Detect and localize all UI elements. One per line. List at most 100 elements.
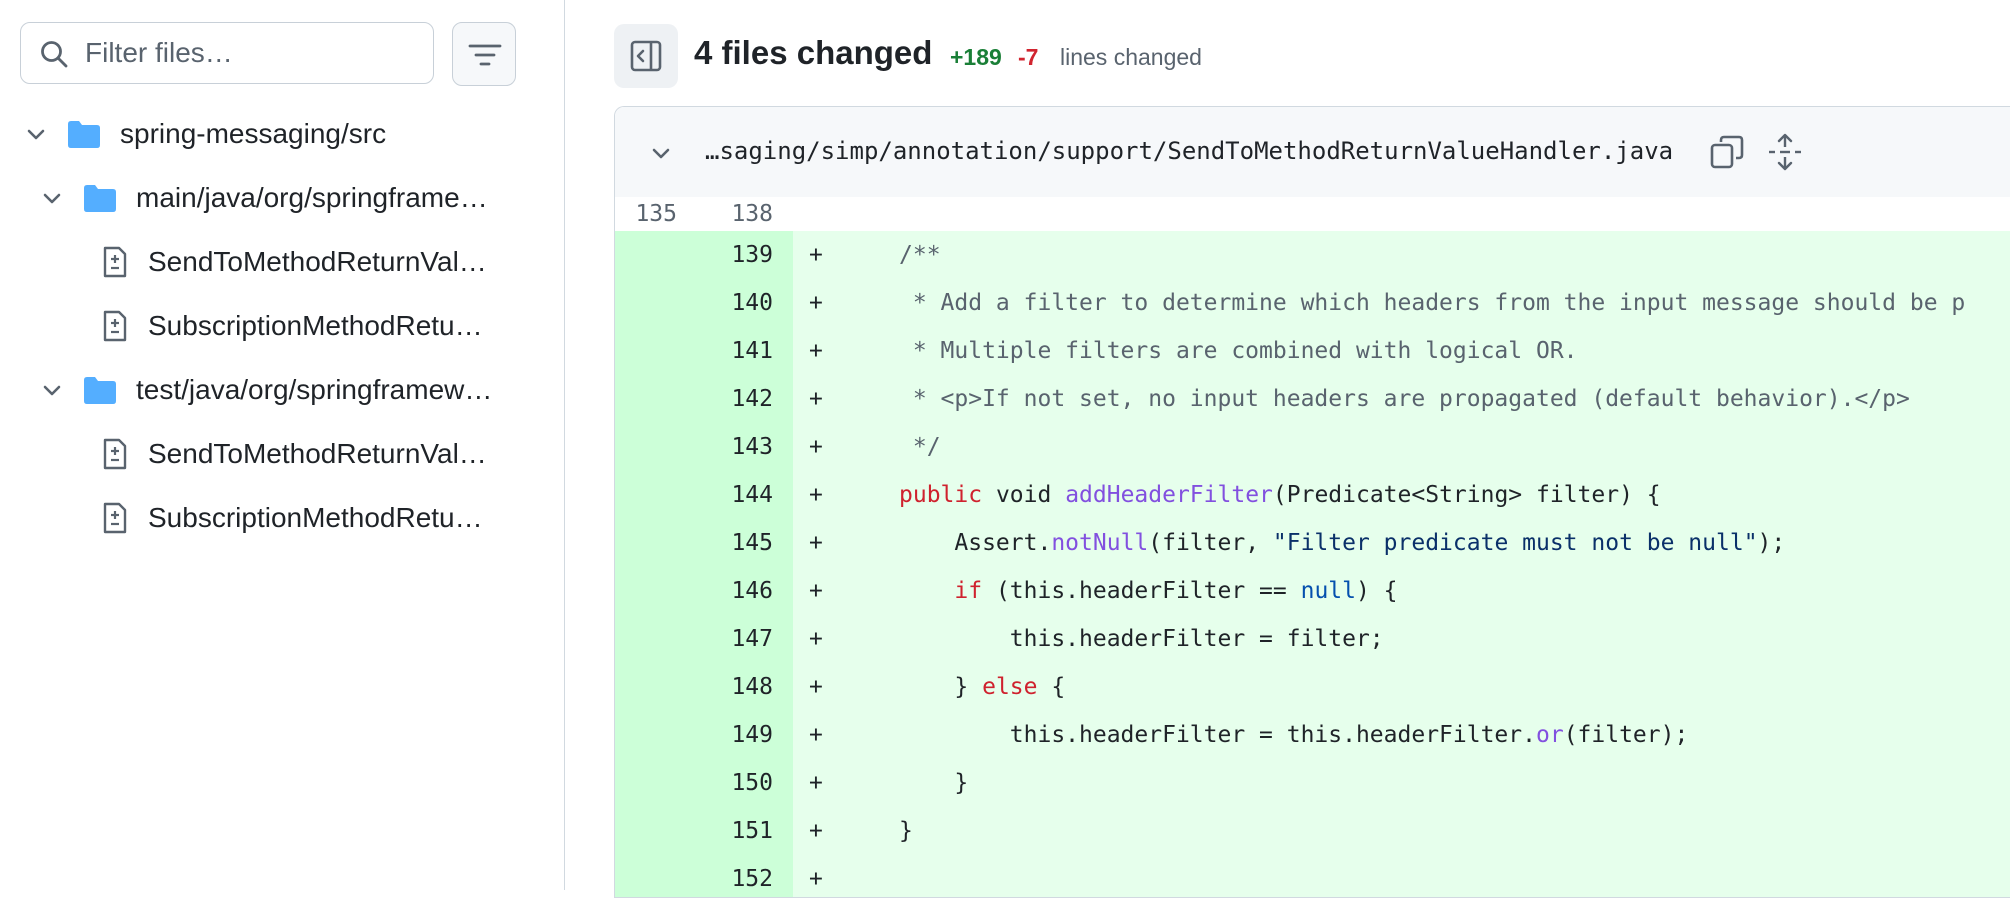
chevron-down-icon[interactable]	[38, 184, 66, 212]
old-line-number[interactable]	[615, 663, 697, 711]
old-line-number[interactable]	[615, 711, 697, 759]
code-line: Assert.notNull(filter, "Filter predicate…	[899, 519, 1785, 567]
tree-item-label: SubscriptionMethodRetu…	[148, 310, 483, 341]
code-token: * Multiple filters are combined with log…	[899, 338, 1578, 364]
new-line-number[interactable]: 148	[697, 663, 793, 711]
code-token: (filter);	[1563, 722, 1689, 748]
new-line-number[interactable]: 143	[697, 423, 793, 471]
diff-added-row: 148 + } else {	[615, 663, 2010, 711]
code-token: else	[982, 674, 1038, 700]
file-diff-icon	[103, 246, 127, 278]
tree-file-item[interactable]: SubscriptionMethodRetu…	[102, 304, 483, 348]
tree-file-item[interactable]: SendToMethodReturnVal…	[102, 240, 487, 284]
file-diff-header: …saging/simp/annotation/support/SendToMe…	[615, 107, 2010, 198]
diff-sign: +	[809, 818, 823, 844]
old-line-number[interactable]	[615, 327, 697, 375]
folder-icon	[84, 377, 116, 404]
new-line-number[interactable]: 147	[697, 615, 793, 663]
old-line-number[interactable]	[615, 855, 697, 897]
tree-folder-main[interactable]: main/java/org/springframe…	[38, 176, 488, 220]
old-line-number[interactable]	[615, 807, 697, 855]
code-line: this.headerFilter = filter;	[899, 615, 1384, 663]
chevron-down-icon[interactable]	[647, 139, 675, 167]
diff-added-row: 147 + this.headerFilter = filter;	[615, 615, 2010, 663]
new-line-number[interactable]: 138	[697, 197, 793, 231]
new-line-number[interactable]: 140	[697, 279, 793, 327]
code-token: */	[899, 434, 941, 460]
code-line: }	[899, 807, 913, 855]
copy-icon[interactable]	[1709, 134, 1745, 170]
old-line-number[interactable]	[615, 471, 697, 519]
filter-files-box[interactable]	[20, 22, 434, 84]
diff-added-row: 146 + if (this.headerFilter == null) {	[615, 567, 2010, 615]
tree-folder-spring-messaging-src[interactable]: spring-messaging/src	[22, 112, 386, 156]
diff-sign: +	[809, 866, 823, 892]
old-line-number[interactable]	[615, 759, 697, 807]
tree-folder-test[interactable]: test/java/org/springframew…	[38, 368, 492, 412]
old-line-number[interactable]: 135	[615, 197, 697, 231]
chevron-down-icon[interactable]	[22, 120, 50, 148]
code-token: );	[1757, 530, 1786, 556]
diff-context-row: 135 138	[615, 197, 2010, 231]
new-line-number[interactable]: 150	[697, 759, 793, 807]
new-line-number[interactable]: 146	[697, 567, 793, 615]
tree-item-label: test/java/org/springframew…	[136, 374, 493, 405]
new-line-number[interactable]: 149	[697, 711, 793, 759]
old-line-number[interactable]	[615, 519, 697, 567]
diff-sign: +	[809, 242, 823, 268]
code-token: "Filter predicate must not be null"	[1272, 530, 1758, 556]
diff-sign: +	[809, 770, 823, 796]
code-token: }	[899, 770, 969, 796]
diff-sign: +	[809, 290, 823, 316]
diff-added-row: 151 +}	[615, 807, 2010, 855]
code-token: this.headerFilter = filter;	[899, 626, 1384, 652]
old-line-number[interactable]	[615, 615, 697, 663]
tree-item-label: SendToMethodReturnVal…	[148, 246, 487, 277]
filter-files-input[interactable]	[85, 31, 415, 75]
old-line-number[interactable]	[615, 375, 697, 423]
tree-file-item[interactable]: SendToMethodReturnVal…	[102, 432, 487, 476]
file-path[interactable]: …saging/simp/annotation/support/SendToMe…	[705, 137, 1673, 165]
diff-sign: +	[809, 722, 823, 748]
code-token: or	[1535, 722, 1564, 748]
diff-sign: +	[809, 626, 823, 652]
chevron-down-icon[interactable]	[38, 376, 66, 404]
old-line-number[interactable]	[615, 423, 697, 471]
tree-item-label: SubscriptionMethodRetu…	[148, 502, 483, 533]
code-line: * Multiple filters are combined with log…	[899, 327, 1578, 375]
sidebar-collapse-icon	[630, 40, 662, 72]
new-line-number[interactable]: 152	[697, 855, 793, 897]
files-changed-title: 4 files changed	[694, 34, 933, 71]
new-line-number[interactable]: 139	[697, 231, 793, 279]
code-token: }	[899, 674, 983, 700]
new-line-number[interactable]: 142	[697, 375, 793, 423]
diff-added-row: 144 + public void addHeaderFilter(Predicat…	[615, 471, 2010, 519]
old-line-number[interactable]	[615, 279, 697, 327]
code-token: this.headerFilter = this.headerFilter.	[899, 722, 1536, 748]
old-line-number[interactable]	[615, 231, 697, 279]
collapse-file-tree-button[interactable]	[614, 24, 678, 88]
file-diff-icon	[103, 310, 127, 342]
diff-sign: +	[809, 530, 823, 556]
code-token: public	[899, 482, 983, 508]
new-line-number[interactable]: 141	[697, 327, 793, 375]
tree-file-item[interactable]: SubscriptionMethodRetu…	[102, 496, 483, 540]
code-line: }	[899, 759, 968, 807]
new-line-number[interactable]: 151	[697, 807, 793, 855]
code-token: Assert.	[899, 530, 1052, 556]
old-line-number[interactable]	[615, 567, 697, 615]
filter-options-button[interactable]	[452, 22, 516, 86]
diff-sign: +	[809, 434, 823, 460]
code-line: this.headerFilter = this.headerFilter.or…	[899, 711, 1689, 759]
code-token: }	[899, 818, 913, 844]
code-token: void	[982, 482, 1066, 508]
code-line: */	[899, 423, 941, 471]
new-line-number[interactable]: 144	[697, 471, 793, 519]
diff-sign: +	[809, 674, 823, 700]
new-line-number[interactable]: 145	[697, 519, 793, 567]
code-token: * <p>If not set, no input headers are pr…	[899, 386, 1910, 412]
folder-icon	[84, 185, 116, 212]
file-diff-icon	[103, 438, 127, 470]
expand-icon[interactable]	[1767, 133, 1803, 171]
